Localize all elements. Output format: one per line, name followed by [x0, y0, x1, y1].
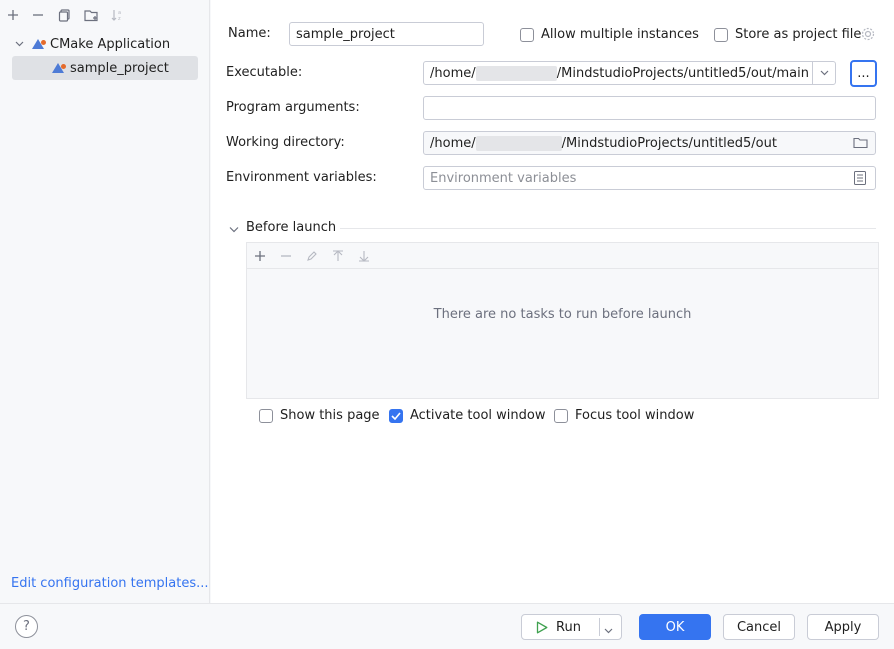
tree-group-label: CMake Application — [50, 36, 171, 52]
section-divider — [340, 228, 876, 229]
apply-button-label: Apply — [824, 619, 862, 635]
help-button[interactable]: ? — [15, 615, 38, 638]
run-button[interactable]: Run — [521, 614, 622, 640]
before-launch-title[interactable]: Before launch — [246, 220, 336, 235]
checkmark-icon[interactable] — [389, 408, 403, 423]
run-icon — [536, 621, 548, 634]
tree-item-sample-project[interactable]: sample_project — [12, 56, 198, 80]
edit-list-icon[interactable] — [854, 171, 866, 188]
browse-executable-button[interactable]: ... — [850, 60, 877, 87]
show-this-page-checkbox[interactable]: Show this page — [259, 408, 380, 423]
executable-combobox[interactable]: /home/ /MindstudioProjects/untitled5/out/… — [423, 61, 836, 85]
show-this-page-label: Show this page — [280, 408, 380, 423]
run-button-label: Run — [556, 619, 581, 635]
move-up-icon[interactable] — [329, 247, 347, 265]
focus-tool-window-checkbox[interactable]: Focus tool window — [554, 408, 694, 423]
tree-item-label: sample_project — [70, 60, 169, 76]
name-input[interactable]: sample_project — [289, 22, 484, 46]
checkbox-box[interactable] — [714, 27, 728, 42]
executable-path-prefix: /home/ — [430, 65, 476, 81]
executable-label: Executable: — [226, 65, 303, 80]
focus-tool-window-label: Focus tool window — [575, 408, 695, 423]
executable-path-suffix: /MindstudioProjects/untitled5/out/main — [556, 65, 809, 81]
cmake-application-icon — [50, 61, 68, 75]
cancel-button[interactable]: Cancel — [723, 614, 795, 640]
edit-configuration-templates-link[interactable]: Edit configuration templates... — [11, 576, 209, 591]
program-arguments-input[interactable] — [423, 96, 876, 120]
empty-tasks-message: There are no tasks to run before launch — [433, 307, 692, 322]
copy-icon[interactable] — [55, 6, 73, 24]
environment-variables-placeholder: Environment variables — [430, 170, 577, 186]
program-arguments-label: Program arguments: — [226, 100, 360, 115]
chevron-down-icon[interactable] — [604, 623, 613, 638]
ok-button[interactable]: OK — [639, 614, 711, 640]
remove-icon[interactable] — [29, 6, 47, 24]
redacted-username — [475, 135, 562, 151]
before-launch-toolbar — [247, 243, 878, 269]
edit-task-icon[interactable] — [303, 247, 321, 265]
store-as-project-file-checkbox[interactable]: Store as project file — [714, 27, 861, 42]
environment-variables-label: Environment variables: — [226, 170, 377, 185]
activate-tool-window-checkbox[interactable]: Activate tool window — [389, 408, 545, 423]
environment-variables-input[interactable]: Environment variables — [423, 166, 876, 190]
apply-button[interactable]: Apply — [807, 614, 879, 640]
working-directory-suffix: /MindstudioProjects/untitled5/out — [561, 135, 777, 151]
working-directory-prefix: /home/ — [430, 135, 476, 151]
new-folder-icon[interactable] — [82, 6, 100, 24]
before-launch-task-list: There are no tasks to run before launch — [246, 242, 879, 399]
split-divider — [599, 618, 600, 636]
before-launch-chevron-icon[interactable] — [229, 222, 239, 237]
checkbox-box[interactable] — [520, 27, 534, 42]
name-input-value: sample_project — [296, 26, 395, 42]
remove-task-icon[interactable] — [277, 247, 295, 265]
name-label: Name: — [228, 26, 271, 41]
allow-multiple-instances-label: Allow multiple instances — [541, 27, 699, 42]
chevron-down-icon[interactable] — [12, 39, 26, 50]
configurations-sidebar: az CMake Application sample_project Edit… — [0, 0, 210, 603]
gear-icon[interactable] — [861, 27, 875, 44]
working-directory-input[interactable]: /home/ /MindstudioProjects/untitled5/out — [423, 131, 876, 155]
add-icon[interactable] — [4, 6, 22, 24]
folder-icon[interactable] — [853, 137, 868, 152]
move-down-icon[interactable] — [355, 247, 373, 265]
tree-group-cmake-application[interactable]: CMake Application — [12, 32, 208, 56]
chevron-down-icon[interactable] — [812, 61, 836, 85]
activate-tool-window-label: Activate tool window — [410, 408, 546, 423]
checkbox-box[interactable] — [259, 408, 273, 423]
sort-icon[interactable]: az — [108, 6, 126, 24]
store-as-project-file-label: Store as project file — [735, 27, 862, 42]
allow-multiple-instances-checkbox[interactable]: Allow multiple instances — [520, 27, 699, 42]
cmake-application-icon — [30, 37, 48, 51]
svg-text:z: z — [118, 16, 121, 22]
add-task-icon[interactable] — [251, 247, 269, 265]
working-directory-label: Working directory: — [226, 135, 345, 150]
checkbox-box[interactable] — [554, 408, 568, 423]
redacted-username — [475, 65, 557, 81]
